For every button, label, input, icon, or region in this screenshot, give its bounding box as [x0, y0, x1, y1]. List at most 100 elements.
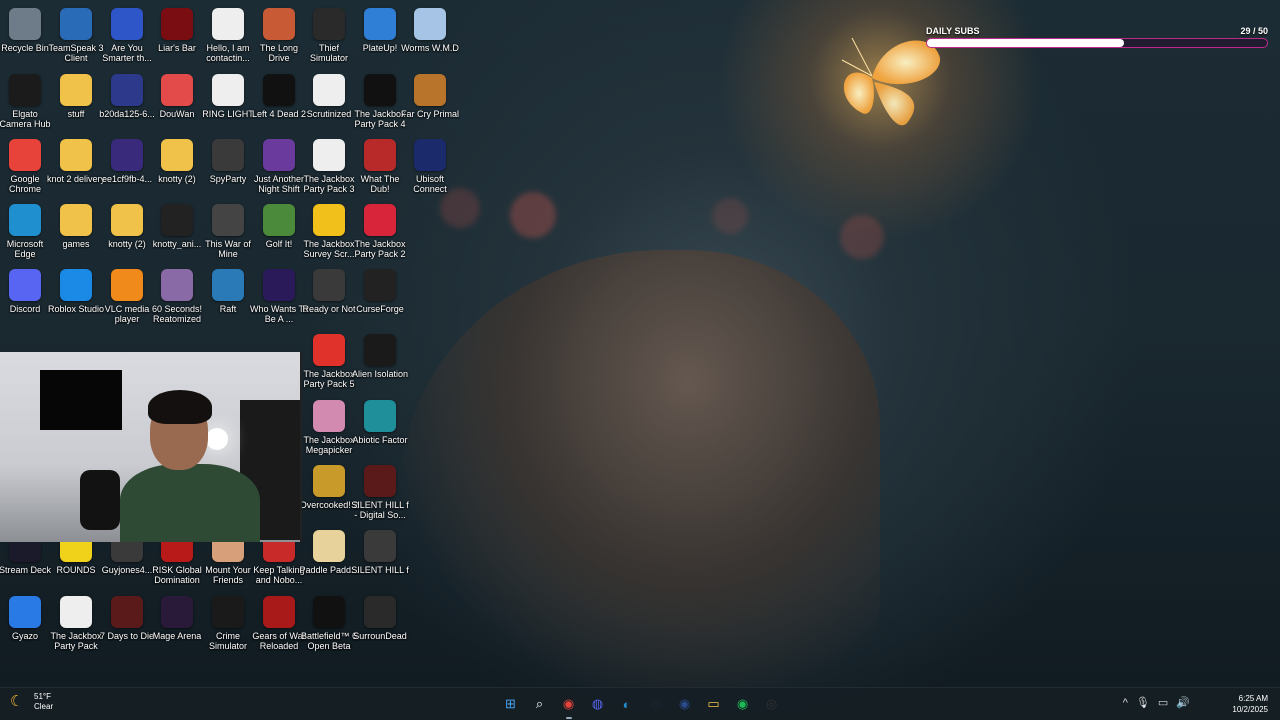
desktop-icon[interactable]: Abiotic Factor [352, 396, 408, 458]
desktop-icon[interactable]: Scrutinized [301, 70, 357, 132]
desktop-icon[interactable]: Hello, I am contactin... [200, 4, 256, 66]
desktop-icon[interactable]: Worms W.M.D [401, 4, 459, 66]
desktop-icon[interactable]: Alien Isolation [352, 330, 408, 392]
desktop-icon[interactable]: Mage Arena [149, 592, 205, 654]
desktop-icon[interactable]: Discord [0, 265, 53, 327]
desktop-icon[interactable]: The Jackbox Party Pack 4 [352, 70, 408, 132]
microphone-icon[interactable]: 🎙 [1136, 696, 1150, 709]
desktop-icon[interactable]: PlateUp! [352, 4, 408, 66]
daily-subs-goal: DAILY SUBS 29 / 50 [926, 26, 1268, 50]
desktop-icon[interactable]: Ubisoft Connect [402, 135, 458, 197]
game-icon [414, 8, 446, 40]
taskbar-edge-icon[interactable]: ◐ [615, 692, 639, 716]
desktop-icon[interactable]: Left 4 Dead 2 [251, 70, 307, 132]
desktop-icon[interactable]: Elgato Camera Hub [0, 70, 53, 132]
game-icon [364, 465, 396, 497]
desktop-icon[interactable]: The Jackbox Party Pack 2 [352, 200, 408, 262]
desktop-icon[interactable]: The Jackbox Survey Scr... [301, 200, 357, 262]
wallpaper-bokeh [840, 215, 884, 259]
teamspeak-icon [60, 8, 92, 40]
desktop-icon-label: Ubisoft Connect [413, 174, 447, 194]
desktop-icon[interactable]: SpyParty [200, 135, 256, 197]
taskbar-spotify-icon[interactable]: ◉ [731, 692, 755, 716]
desktop-icon[interactable]: Overcooked! 2 [300, 461, 358, 523]
taskbar-clock[interactable]: 6:25 AM 10/2/2025 [1232, 693, 1268, 715]
desktop-icon[interactable]: The Jackbox Megapicker [301, 396, 357, 458]
volume-icon[interactable]: 🔊 [1176, 696, 1190, 709]
desktop-icon-label: SILENT HILL f [351, 565, 409, 575]
desktop-icon[interactable]: Paddle Padd... [299, 526, 359, 588]
desktop-icon[interactable]: Google Chrome [0, 135, 53, 197]
game-icon [313, 334, 345, 366]
taskbar-search-icon[interactable]: ⌕ [528, 692, 552, 716]
taskbar-chrome-icon[interactable]: ◉ [557, 692, 581, 719]
desktop-icon[interactable]: Microsoft Edge [0, 200, 53, 262]
desktop-icon[interactable]: ee1cf9fb-4... [99, 135, 155, 197]
taskbar-discord-icon[interactable]: ◍ [586, 692, 610, 716]
desktop-icon[interactable]: knot 2 delivery [47, 135, 105, 197]
taskbar-steam-icon[interactable]: ◎ [644, 692, 668, 716]
taskbar-apps: ⊞ ⌕ ◉ ◍ ◐ ◎ ◉ ▭ ◉ ◎ [496, 692, 786, 719]
desktop-icon[interactable]: Are You Smarter th... [99, 4, 155, 66]
taskbar-steam-alt-icon[interactable]: ◉ [673, 692, 697, 716]
desktop-icon[interactable]: CurseForge [352, 265, 408, 327]
desktop-icon[interactable]: Ready or Not [301, 265, 357, 327]
desktop-icon-label: CurseForge [356, 304, 404, 314]
taskbar-start-icon[interactable]: ⊞ [499, 692, 523, 716]
taskbar-file-explorer-icon[interactable]: ▭ [702, 692, 726, 716]
ubisoft-icon [414, 139, 446, 171]
desktop-icon[interactable]: Raft [200, 265, 256, 327]
webcam-overlay [0, 352, 302, 542]
desktop-icon[interactable]: The Jackbox Party Pack [48, 592, 104, 654]
desktop-icon-label: Alien Isolation [351, 369, 409, 379]
weather-condition: Clear [34, 702, 54, 711]
desktop-icon-label: SurrounDead [353, 631, 407, 641]
game-icon [60, 596, 92, 628]
show-hidden-icons-icon[interactable]: ^ [1123, 697, 1128, 709]
edge-icon [9, 204, 41, 236]
game-icon [364, 400, 396, 432]
game-icon [263, 269, 295, 301]
desktop-icon[interactable]: Far Cry Primal [401, 70, 459, 132]
desktop-icon[interactable]: knotty_ani... [149, 200, 205, 262]
desktop-icon[interactable]: The Jackbox Party Pack 3 [301, 135, 357, 197]
game-icon [364, 139, 396, 171]
document-icon [212, 74, 244, 106]
folder-icon [60, 74, 92, 106]
webcam-person-body [120, 464, 260, 542]
desktop-icon[interactable]: The Jackbox Party Pack 5 [301, 330, 357, 392]
desktop-icon[interactable]: knotty (2) [149, 135, 205, 197]
chrome-icon [9, 139, 41, 171]
game-icon [111, 596, 143, 628]
desktop-icon[interactable]: Battlefield™ 6 Open Beta [301, 592, 357, 654]
game-icon [414, 74, 446, 106]
game-icon [212, 139, 244, 171]
desktop-icon[interactable]: 7 Days to Die [99, 592, 155, 654]
desktop-icon[interactable]: Roblox Studio [48, 265, 104, 327]
desktop-icon[interactable]: b20da125-6... [99, 70, 155, 132]
game-icon [212, 269, 244, 301]
desktop-icon[interactable]: SurrounDead [352, 592, 408, 654]
desktop-icon[interactable]: SILENT HILL f - Digital So... [351, 461, 409, 523]
desktop-icon[interactable]: knotty (2) [99, 200, 155, 262]
display-icon[interactable]: ▭ [1158, 696, 1168, 709]
game-icon [111, 8, 143, 40]
folder-icon [161, 139, 193, 171]
file-icon [111, 74, 143, 106]
desktop-icon[interactable]: Liar's Bar [149, 4, 205, 66]
taskbar-obs-icon[interactable]: ◎ [760, 692, 784, 716]
desktop-icon[interactable]: SILENT HILL f [351, 526, 409, 588]
desktop-icon[interactable]: DouWan [149, 70, 205, 132]
desktop-icon[interactable]: stuff [48, 70, 104, 132]
desktop-icon[interactable]: Thief Simulator [301, 4, 357, 66]
desktop-icon[interactable]: Who Wants To Be A ... [250, 265, 308, 327]
recycle-bin-icon [9, 8, 41, 40]
desktop-icon[interactable]: games [48, 200, 104, 262]
desktop-icon[interactable]: RING LIGHT [200, 70, 256, 132]
desktop-icon[interactable]: This War of Mine [200, 200, 256, 262]
desktop-icon[interactable]: TeamSpeak 3 Client [48, 4, 104, 66]
game-icon [161, 269, 193, 301]
desktop-icon[interactable]: Crime Simulator [200, 592, 256, 654]
weather-widget[interactable]: ☾ 51°F Clear [10, 692, 53, 712]
desktop-icon[interactable]: 60 Seconds! Reatomized [149, 265, 205, 327]
